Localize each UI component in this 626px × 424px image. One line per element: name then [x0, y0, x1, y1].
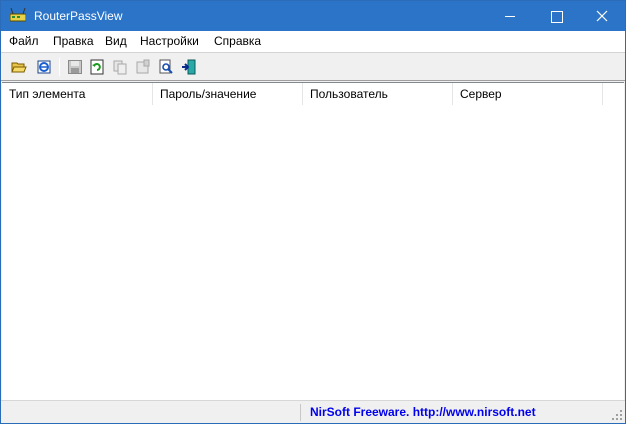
find-button[interactable]	[156, 57, 176, 77]
find-icon	[159, 59, 173, 74]
title-bar[interactable]: RouterPassView	[1, 1, 625, 31]
exit-icon	[182, 59, 196, 75]
copy-icon	[113, 60, 127, 75]
properties-icon	[136, 59, 150, 74]
app-window: RouterPassView Файл Правка Вид Настройки…	[0, 0, 626, 424]
open-button[interactable]	[9, 57, 29, 77]
column-header-item-type[interactable]: Тип элемента	[2, 83, 153, 105]
menu-view[interactable]: Вид	[105, 34, 127, 48]
properties-button[interactable]	[133, 57, 153, 77]
minimize-button[interactable]	[487, 1, 533, 31]
window-title: RouterPassView	[34, 9, 123, 23]
open-folder-icon	[11, 62, 27, 73]
status-bar: NirSoft Freeware. http://www.nirsoft.net	[1, 400, 625, 423]
list-header: Тип элемента Пароль/значение Пользовател…	[2, 83, 624, 105]
exit-button[interactable]	[179, 57, 199, 77]
maximize-button[interactable]	[533, 1, 579, 31]
close-button[interactable]	[579, 1, 625, 31]
router-app-icon	[9, 7, 27, 22]
save-button[interactable]	[65, 57, 85, 77]
close-icon	[596, 10, 608, 22]
column-header-password[interactable]: Пароль/значение	[153, 83, 303, 105]
toolbar	[1, 52, 625, 81]
menu-help[interactable]: Справка	[214, 34, 261, 48]
password-list[interactable]: Тип элемента Пароль/значение Пользовател…	[2, 82, 624, 400]
menu-settings[interactable]: Настройки	[140, 34, 199, 48]
open-ie-button[interactable]	[34, 57, 54, 77]
open-ie-icon	[37, 60, 51, 74]
refresh-button[interactable]	[87, 57, 107, 77]
menu-bar: Файл Правка Вид Настройки Справка	[1, 31, 625, 52]
resize-grip-icon[interactable]	[612, 410, 622, 420]
column-header-user[interactable]: Пользователь	[303, 83, 453, 105]
column-header-server[interactable]: Сервер	[453, 83, 603, 105]
save-icon	[68, 60, 82, 74]
copy-button[interactable]	[110, 57, 130, 77]
toolbar-separator	[59, 58, 60, 76]
nirsoft-link[interactable]: NirSoft Freeware. http://www.nirsoft.net	[310, 405, 536, 419]
menu-file[interactable]: Файл	[9, 34, 39, 48]
status-cell-count	[3, 404, 301, 421]
refresh-icon	[90, 59, 104, 75]
menu-edit[interactable]: Правка	[53, 34, 94, 48]
